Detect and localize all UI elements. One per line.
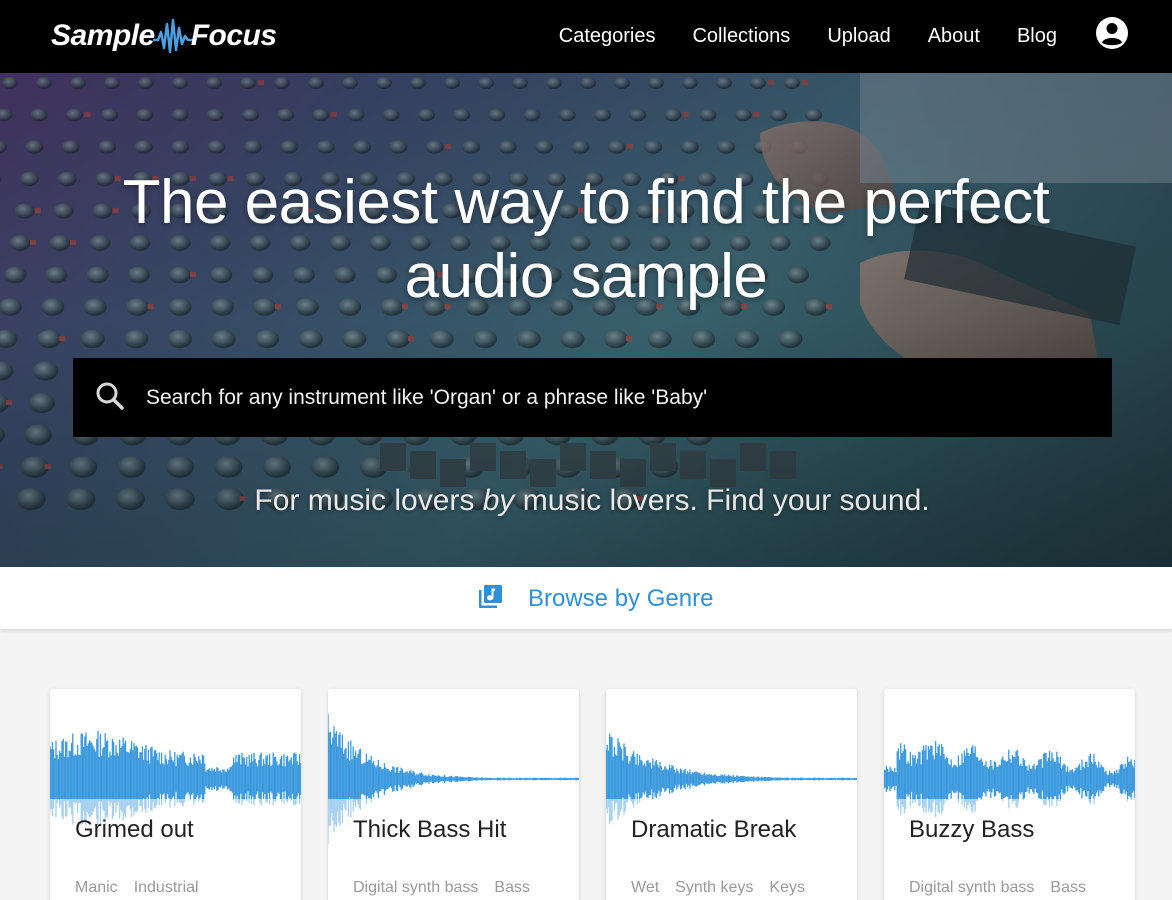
- tag[interactable]: Synth keys: [675, 879, 753, 897]
- top-navbar: Sample Focus Categories Collections Uplo…: [0, 0, 1172, 73]
- waveform-logo-icon: [152, 18, 193, 54]
- nav-collections[interactable]: Collections: [692, 25, 790, 48]
- browse-by-genre-bar[interactable]: Browse by Genre: [0, 567, 1172, 629]
- search-icon[interactable]: [95, 381, 125, 411]
- tag[interactable]: Digital synth bass: [909, 879, 1034, 897]
- browse-by-genre-label: Browse by Genre: [528, 585, 714, 612]
- hero-tagline: For music lovers by music lovers. Find y…: [86, 484, 1098, 518]
- card-tags: Manic Industrial: [75, 879, 199, 897]
- tagline-end: music lovers. Find your sound.: [514, 484, 930, 517]
- sample-card-buzzy-bass[interactable]: Buzzy Bass Digital synth bass Bass: [884, 689, 1135, 900]
- nav-upload[interactable]: Upload: [827, 25, 890, 48]
- main-nav: Categories Collections Upload About Blog: [559, 0, 1057, 73]
- sample-card-grimed-out[interactable]: Grimed out Manic Industrial: [50, 689, 301, 900]
- search-bar[interactable]: [73, 358, 1112, 437]
- sample-card-dramatic-break[interactable]: Dramatic Break Wet Synth keys Keys: [606, 689, 857, 900]
- account-circle-icon[interactable]: [1095, 16, 1129, 50]
- sample-cards: Grimed out Manic Industrial Thick Bass H…: [0, 629, 1172, 900]
- tag[interactable]: Digital synth bass: [353, 879, 478, 897]
- logo-text-focus: Focus: [190, 19, 277, 52]
- card-title: Dramatic Break: [631, 816, 797, 843]
- nav-about[interactable]: About: [928, 25, 980, 48]
- tag[interactable]: Bass: [494, 879, 530, 897]
- nav-blog[interactable]: Blog: [1017, 25, 1057, 48]
- card-tags: Digital synth bass Bass: [353, 879, 530, 897]
- card-tags: Digital synth bass Bass: [909, 879, 1086, 897]
- site-logo[interactable]: Sample Focus: [51, 14, 277, 58]
- nav-categories[interactable]: Categories: [559, 25, 656, 48]
- sample-card-thick-bass-hit[interactable]: Thick Bass Hit Digital synth bass Bass: [328, 689, 579, 900]
- library-music-icon: [479, 585, 502, 608]
- hero-section: The easiest way to find the perfect audi…: [0, 73, 1172, 567]
- tag[interactable]: Manic: [75, 879, 118, 897]
- tag[interactable]: Bass: [1050, 879, 1086, 897]
- hero-title: The easiest way to find the perfect audi…: [122, 168, 1050, 311]
- card-title: Thick Bass Hit: [353, 816, 507, 843]
- tag[interactable]: Keys: [769, 879, 805, 897]
- card-tags: Wet Synth keys Keys: [631, 879, 805, 897]
- tagline-emphasis: by: [482, 484, 515, 517]
- logo-text-sample: Sample: [51, 19, 155, 52]
- tagline-start: For music lovers: [254, 484, 483, 517]
- search-input[interactable]: [146, 378, 1046, 418]
- tag[interactable]: Wet: [631, 879, 659, 897]
- card-title: Buzzy Bass: [909, 816, 1035, 843]
- tag[interactable]: Industrial: [134, 879, 199, 897]
- card-title: Grimed out: [75, 816, 194, 843]
